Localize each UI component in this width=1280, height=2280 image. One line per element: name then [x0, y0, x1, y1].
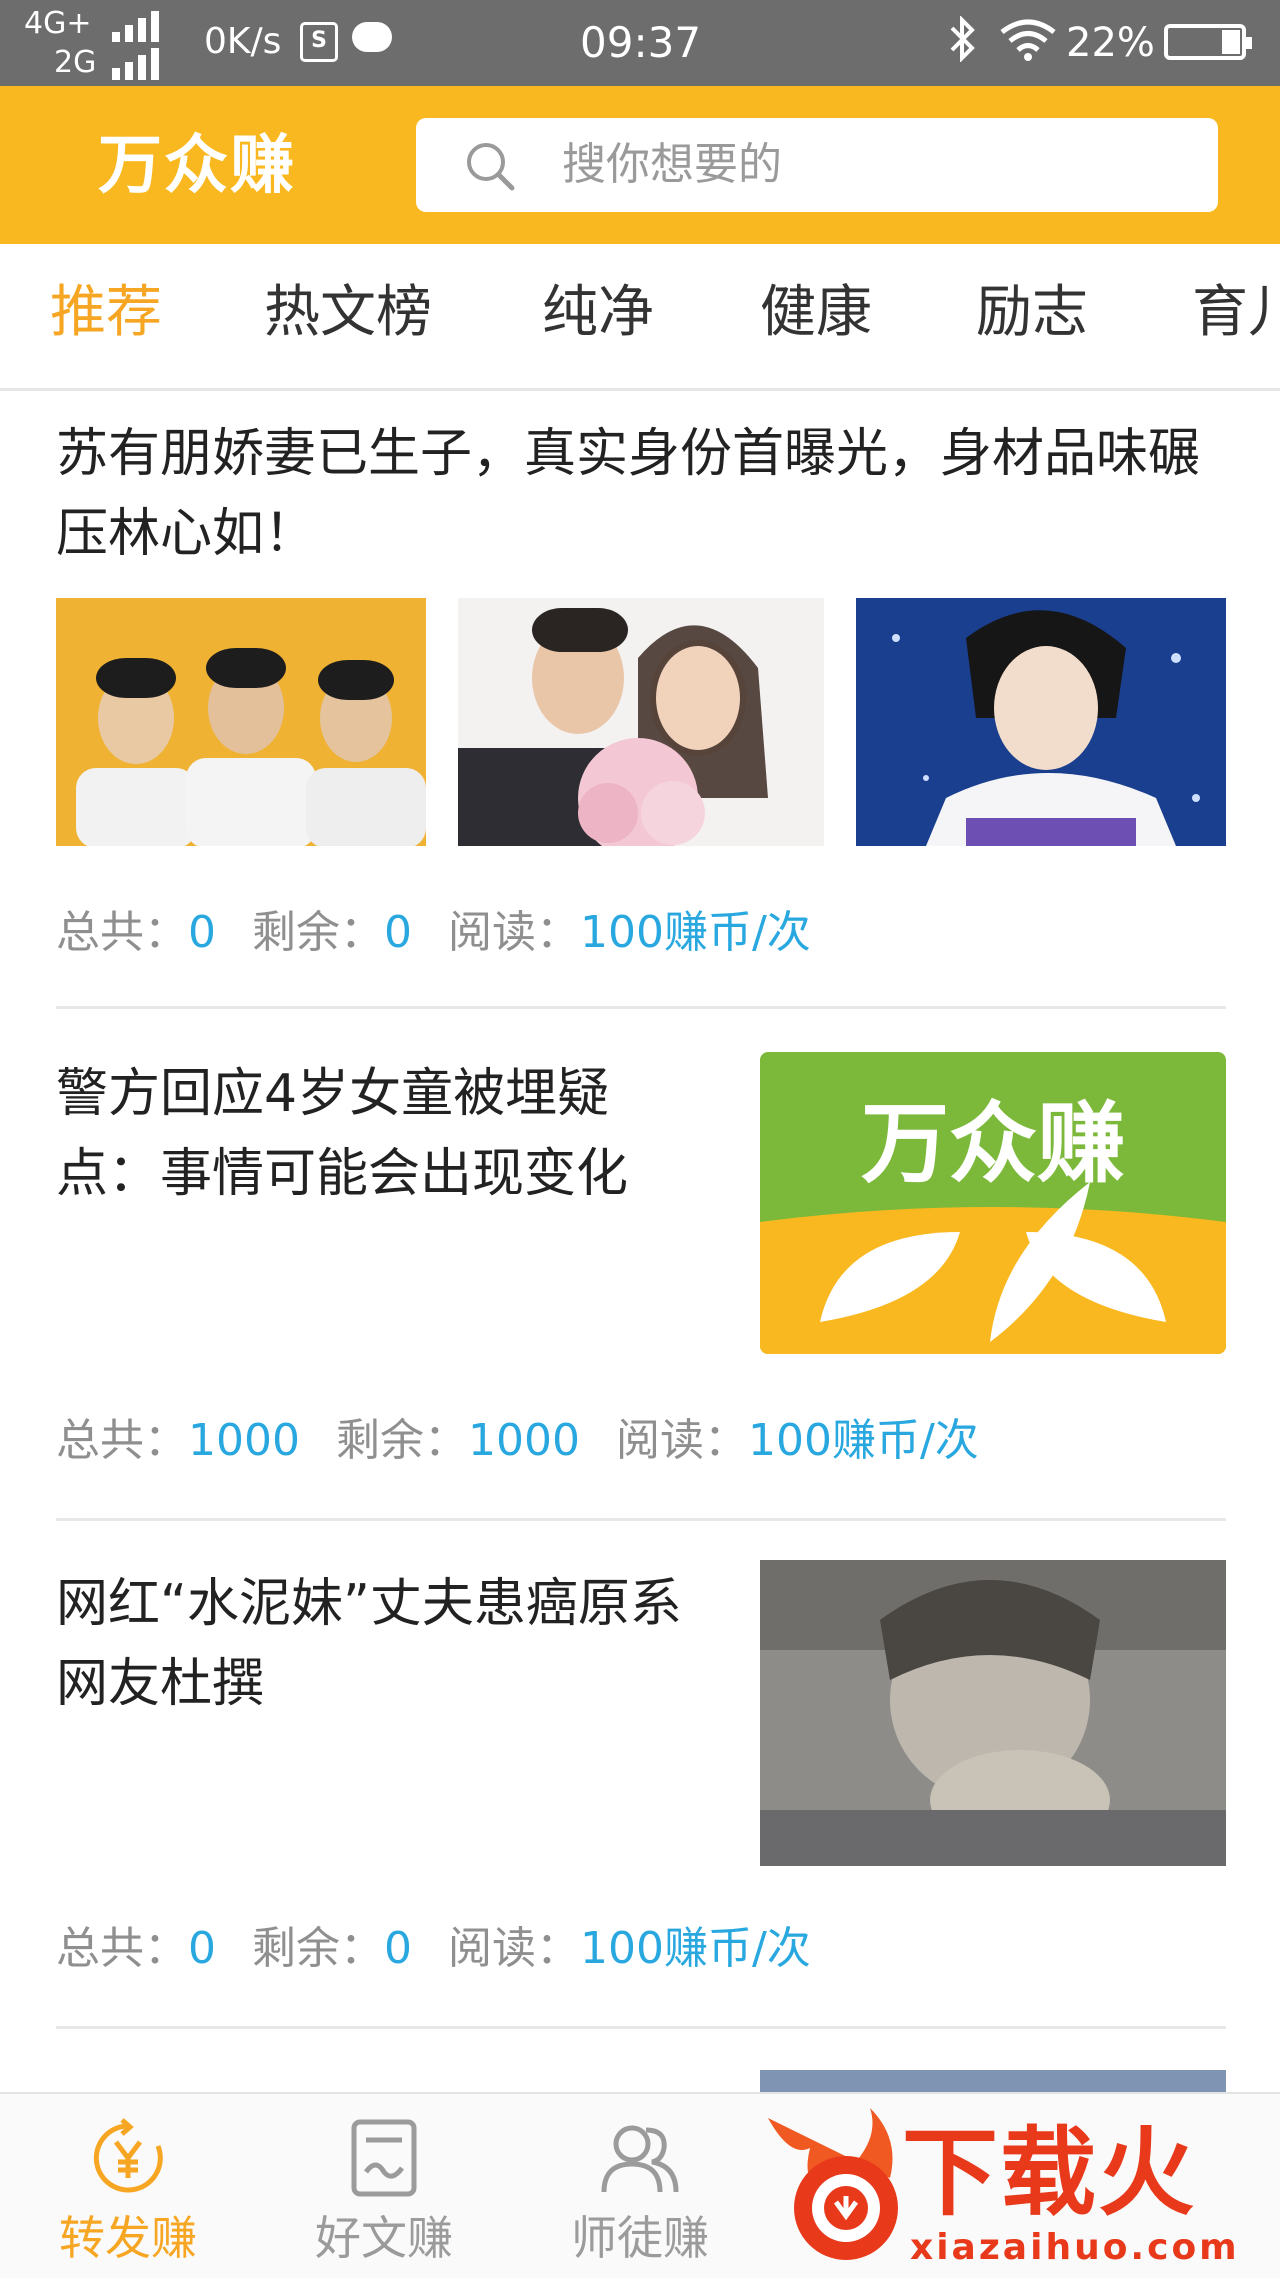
bluetooth-icon — [948, 15, 978, 73]
article-image[interactable] — [760, 1560, 1226, 1866]
meta-label: 总共： — [56, 907, 188, 958]
tab-recommend[interactable]: 推荐 — [50, 280, 162, 346]
read-reward-value: 100赚币/次 — [747, 1415, 979, 1466]
document-icon — [351, 2119, 417, 2197]
nav-forward-earn[interactable]: 转发赚 — [0, 2094, 256, 2278]
article-image[interactable] — [760, 2070, 1226, 2094]
battery-percent: 22% — [1066, 20, 1155, 66]
article-title[interactable]: 苏有朋娇妻已生子，真实身份首曝光，身材品味碾压林心如！ — [56, 414, 1226, 574]
meta-label: 阅读： — [615, 1415, 748, 1466]
remain-value: 1000 — [467, 1415, 580, 1466]
nav-label: 师徒赚 — [571, 2211, 709, 2265]
clock: 09:37 — [580, 18, 702, 67]
article-image[interactable] — [856, 598, 1226, 846]
tab-hot[interactable]: 热文榜 — [264, 280, 432, 346]
yuan-refresh-icon — [93, 2118, 163, 2193]
divider — [56, 1518, 1226, 1521]
meta-label: 总共： — [56, 1923, 188, 1974]
search-input[interactable]: 搜你想要的 — [562, 138, 782, 192]
article-image[interactable] — [458, 598, 824, 846]
remain-value: 0 — [384, 907, 412, 958]
nav-label: 好文赚 — [315, 2211, 453, 2265]
network-speed: 0K/s — [204, 21, 282, 62]
message-icon — [352, 22, 392, 52]
watermark-brand: 下载火 — [902, 2117, 1196, 2229]
divider — [56, 2026, 1226, 2029]
nav-label: 转发赚 — [59, 2211, 197, 2265]
tab-parenting[interactable]: 育儿 — [1192, 280, 1280, 346]
article-image[interactable] — [56, 598, 426, 846]
wifi-icon — [1000, 19, 1056, 61]
network-type-top: 4G+ — [24, 6, 92, 41]
users-icon — [601, 2125, 679, 2193]
tab-pure[interactable]: 纯净 — [542, 280, 654, 346]
article-title[interactable]: 网红“水泥妹”丈夫患癌原系网友杜撰 — [56, 1564, 696, 1724]
meta-label: 阅读： — [448, 907, 580, 958]
category-tabs: 推荐 热文榜 纯净 健康 励志 育儿 — [0, 244, 1280, 391]
battery-icon — [1164, 24, 1252, 60]
search-icon — [467, 143, 515, 191]
image-logo-text: 万众赚 — [860, 1092, 1125, 1195]
meta-label: 总共： — [56, 1415, 188, 1466]
meta-label: 剩余： — [252, 907, 384, 958]
total-value: 0 — [188, 907, 216, 958]
article-title[interactable]: 警方回应4岁女童被埋疑点：事情可能会出现变化 — [56, 1054, 696, 1214]
status-bar: 4G+ 2G 0K/s S 09:37 22% — [0, 0, 1280, 86]
remain-value: 0 — [384, 1923, 412, 1974]
network-type-bottom: 2G — [54, 45, 97, 80]
signal-icon — [112, 48, 159, 80]
sim-icon: S — [300, 22, 338, 62]
article-meta: 总共：1000 剩余：1000 阅读：100赚币/次 — [56, 1414, 1001, 1468]
divider — [56, 1006, 1226, 1009]
app-logo: 万众赚 — [98, 129, 296, 203]
search-box[interactable]: 搜你想要的 — [416, 118, 1218, 212]
tab-health[interactable]: 健康 — [760, 280, 872, 346]
article-meta: 总共：0 剩余：0 阅读：100赚币/次 — [56, 1922, 833, 1976]
meta-label: 阅读： — [448, 1923, 580, 1974]
total-value: 0 — [188, 1923, 216, 1974]
nav-mentor-earn[interactable]: 师徒赚 — [512, 2094, 768, 2278]
watermark-logo: 下载火 xiazaihuo.com — [760, 2098, 1280, 2276]
read-reward-value: 100赚币/次 — [580, 1923, 811, 1974]
app-header: 万众赚 搜你想要的 — [0, 86, 1280, 244]
article-meta: 总共：0 剩余：0 阅读：100赚币/次 — [56, 906, 833, 960]
read-reward-value: 100赚币/次 — [580, 907, 811, 958]
meta-label: 剩余： — [335, 1415, 468, 1466]
watermark-url: xiazaihuo.com — [910, 2227, 1240, 2268]
nav-article-earn[interactable]: 好文赚 — [256, 2094, 512, 2278]
tab-inspire[interactable]: 励志 — [976, 280, 1088, 346]
article-image[interactable]: 万众赚 — [760, 1052, 1226, 1354]
signal-icon — [112, 11, 159, 42]
total-value: 1000 — [188, 1415, 300, 1466]
meta-label: 剩余： — [252, 1923, 384, 1974]
